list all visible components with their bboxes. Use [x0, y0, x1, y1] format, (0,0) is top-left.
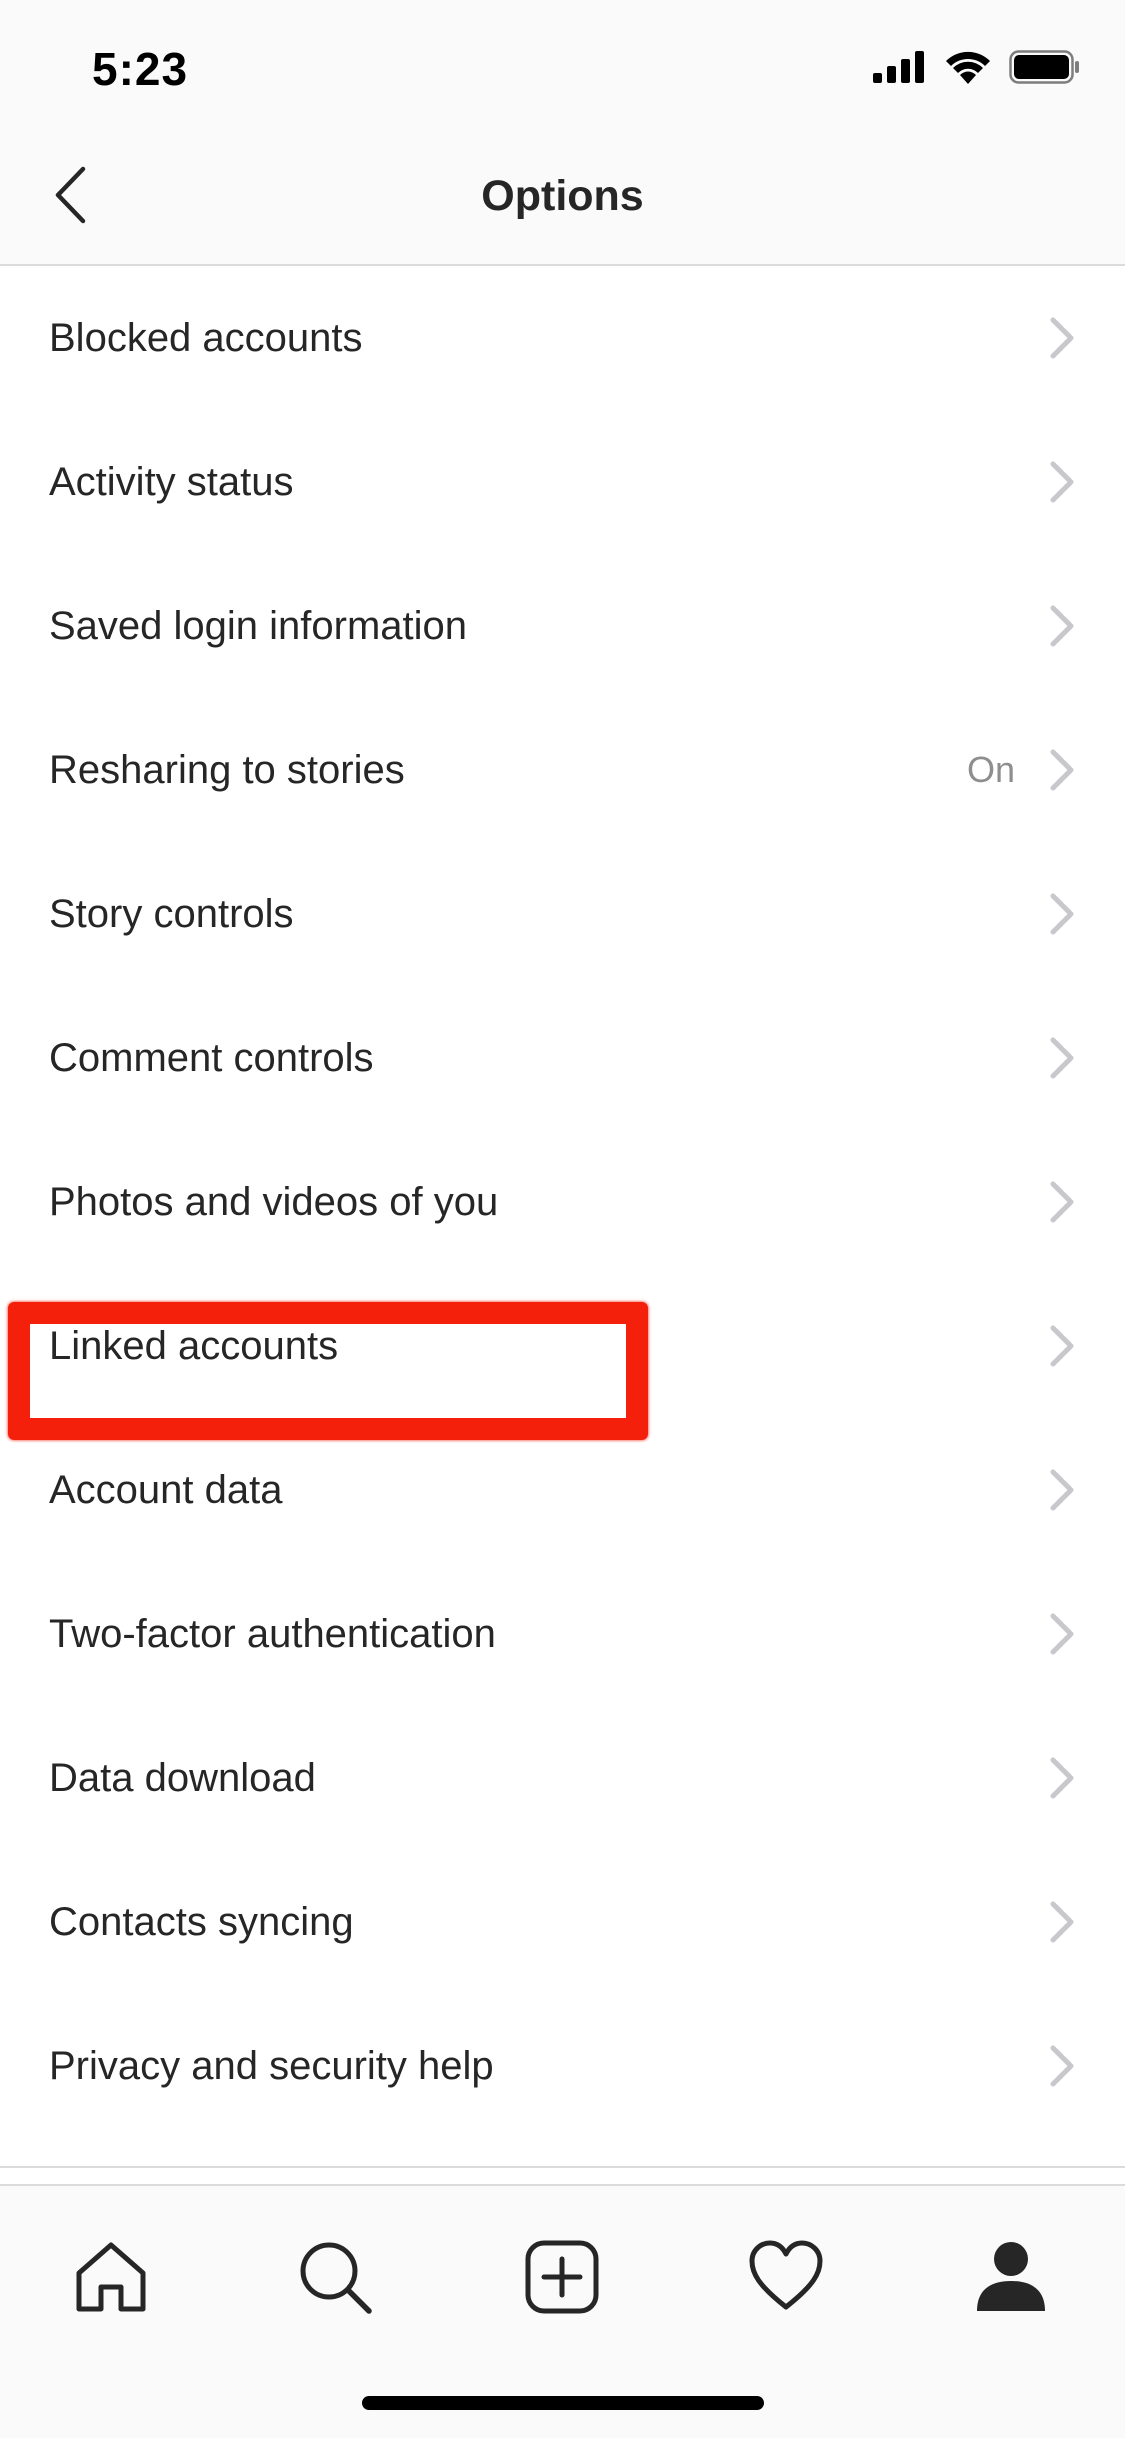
chevron-right-icon [1050, 1037, 1074, 1079]
profile-icon [977, 2242, 1045, 2311]
options-list: Blocked accounts Activity status Saved l… [0, 266, 1125, 2138]
option-activity-status[interactable]: Activity status [0, 410, 1125, 554]
option-contacts-syncing[interactable]: Contacts syncing [0, 1850, 1125, 1994]
tab-search[interactable] [290, 2232, 380, 2322]
chevron-right-icon [1050, 1469, 1074, 1511]
battery-icon [1009, 50, 1079, 84]
option-label: Contacts syncing [49, 1899, 354, 1944]
chevron-right-icon [1050, 1325, 1074, 1367]
tab-bar [0, 2184, 1125, 2438]
tab-home[interactable] [66, 2232, 156, 2322]
chevron-right-icon [1050, 317, 1074, 359]
option-label: Comment controls [49, 1035, 374, 1080]
list-divider [0, 2166, 1125, 2168]
home-icon [76, 2242, 146, 2312]
option-data-download[interactable]: Data download [0, 1706, 1125, 1850]
chevron-right-icon [1050, 749, 1074, 791]
status-time: 5:23 [92, 43, 189, 95]
home-indicator [362, 2396, 764, 2410]
search-icon [300, 2242, 372, 2314]
page-title: Options [481, 172, 644, 220]
option-label: Photos and videos of you [49, 1179, 499, 1224]
option-label: Linked accounts [49, 1323, 339, 1368]
chevron-right-icon [1050, 605, 1074, 647]
tab-profile[interactable] [966, 2232, 1056, 2322]
status-icons [873, 50, 1081, 84]
new-post-icon [525, 2240, 599, 2314]
option-label: Two-factor authentication [49, 1611, 496, 1656]
chevron-right-icon [1050, 1613, 1074, 1655]
option-label: Resharing to stories [49, 747, 405, 792]
option-label: Saved login information [49, 603, 468, 648]
option-label: Activity status [49, 459, 294, 504]
chevron-right-icon [1050, 1181, 1074, 1223]
wifi-icon [946, 51, 990, 84]
option-account-data[interactable]: Account data [0, 1418, 1125, 1562]
option-resharing-to-stories[interactable]: Resharing to stories On [0, 698, 1125, 842]
option-linked-accounts[interactable]: Linked accounts [0, 1274, 1125, 1418]
option-comment-controls[interactable]: Comment controls [0, 986, 1125, 1130]
option-label: Blocked accounts [49, 315, 363, 360]
status-bar: 5:23 [0, 0, 1125, 130]
tab-new-post[interactable] [517, 2232, 607, 2322]
option-value: On [966, 749, 1015, 790]
chevron-right-icon [1050, 1901, 1074, 1943]
option-two-factor-authentication[interactable]: Two-factor authentication [0, 1562, 1125, 1706]
option-blocked-accounts[interactable]: Blocked accounts [0, 266, 1125, 410]
option-label: Privacy and security help [49, 2043, 494, 2088]
tab-activity[interactable] [741, 2232, 831, 2322]
chevron-right-icon [1050, 1757, 1074, 1799]
option-story-controls[interactable]: Story controls [0, 842, 1125, 986]
nav-bar: Options [0, 130, 1125, 266]
option-label: Data download [49, 1755, 316, 1800]
option-saved-login-information[interactable]: Saved login information [0, 554, 1125, 698]
option-label: Story controls [49, 891, 294, 936]
chevron-right-icon [1050, 461, 1074, 503]
chevron-right-icon [1050, 893, 1074, 935]
signal-icon [873, 51, 924, 83]
option-privacy-and-security-help[interactable]: Privacy and security help [0, 1994, 1125, 2138]
option-label: Account data [49, 1467, 283, 1512]
option-photos-and-videos-of-you[interactable]: Photos and videos of you [0, 1130, 1125, 1274]
chevron-right-icon [1050, 2045, 1074, 2087]
activity-heart-icon [749, 2240, 823, 2310]
